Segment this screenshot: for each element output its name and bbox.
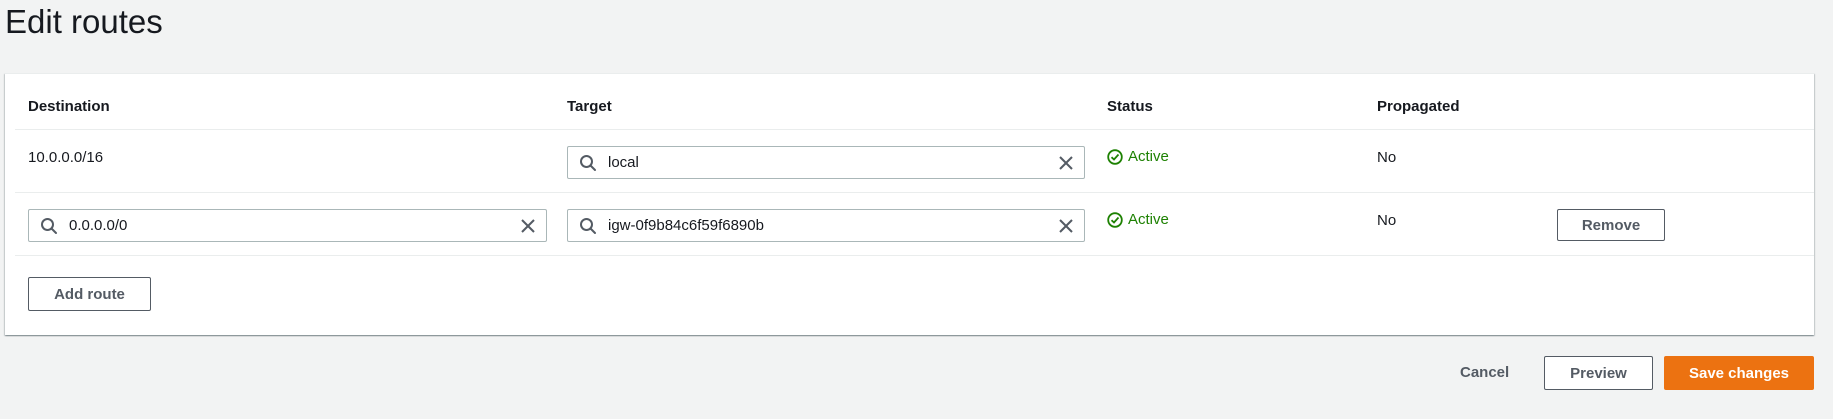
check-circle-icon [1107, 211, 1123, 228]
column-header-target: Target [567, 98, 612, 115]
destination-input-value: 0.0.0.0/0 [69, 217, 128, 234]
search-icon [580, 218, 596, 234]
header-divider [15, 129, 1814, 130]
column-header-status: Status [1107, 98, 1153, 115]
propagated-cell: No [1377, 212, 1397, 229]
close-icon[interactable] [1058, 155, 1074, 171]
destination-input[interactable]: 0.0.0.0/0 [28, 209, 547, 242]
preview-button[interactable]: Preview [1544, 356, 1653, 390]
close-icon[interactable] [1058, 218, 1074, 234]
status-badge: Active [1107, 211, 1169, 228]
page-title: Edit routes [5, 3, 163, 40]
row-divider [15, 255, 1814, 256]
status-badge: Active [1107, 148, 1169, 165]
add-route-button[interactable]: Add route [28, 277, 151, 311]
status-text: Active [1128, 211, 1169, 228]
propagated-cell: No [1377, 149, 1397, 166]
target-input-value: local [608, 154, 639, 171]
check-circle-icon [1107, 148, 1123, 165]
search-icon [41, 218, 57, 234]
routes-panel: Destination Target Status Propagated 10.… [5, 73, 1814, 335]
destination-cell: 10.0.0.0/16 [28, 149, 104, 166]
search-icon [580, 155, 596, 171]
remove-button[interactable]: Remove [1557, 209, 1665, 241]
close-icon[interactable] [520, 218, 536, 234]
row-divider [15, 192, 1814, 193]
status-text: Active [1128, 148, 1169, 165]
column-header-propagated: Propagated [1377, 98, 1460, 115]
target-input-value: igw-0f9b84c6f59f6890b [608, 217, 764, 234]
target-input[interactable]: local [567, 146, 1085, 179]
cancel-button[interactable]: Cancel [1460, 364, 1509, 381]
column-header-destination: Destination [28, 98, 110, 115]
target-input[interactable]: igw-0f9b84c6f59f6890b [567, 209, 1085, 242]
save-changes-button[interactable]: Save changes [1664, 356, 1814, 390]
